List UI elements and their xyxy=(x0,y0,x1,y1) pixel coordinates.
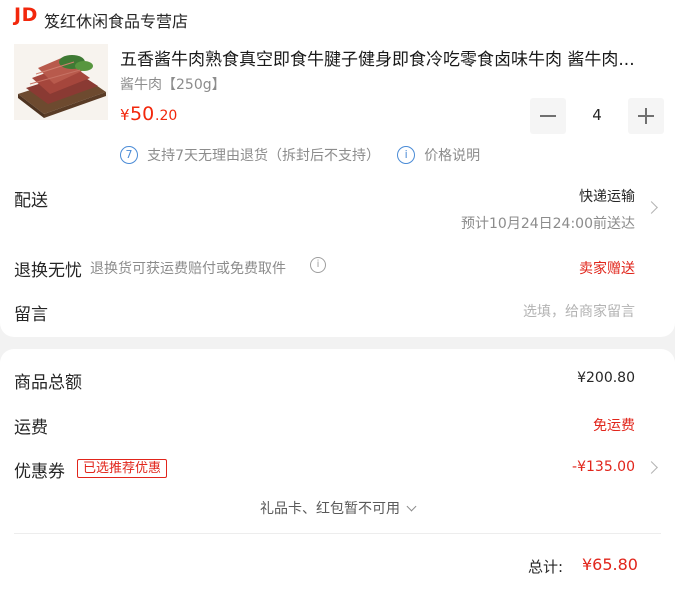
order-item-card: JD 笈红休闲食品专营店 五香酱牛肉熟食真空即食牛腱子健身即食冷吃零食卤味牛肉 … xyxy=(0,0,675,337)
returns-label: 退换无忧 xyxy=(14,261,82,281)
divider xyxy=(14,533,661,534)
quantity-stepper: 4 xyxy=(530,98,664,134)
shipping-label: 运费 xyxy=(14,418,48,438)
increase-quantity-button[interactable] xyxy=(628,98,664,134)
product-title[interactable]: 五香酱牛肉熟食真空即食牛腱子健身即食冷吃零食卤味牛肉 酱牛肉... xyxy=(120,45,650,70)
quantity-input[interactable]: 4 xyxy=(568,106,626,124)
delivery-label: 配送 xyxy=(14,191,48,211)
chevron-down-icon xyxy=(406,501,417,512)
coupon-value[interactable]: -¥135.00 xyxy=(572,459,635,475)
shop-name[interactable]: 笈红休闲食品专营店 xyxy=(44,8,188,32)
info-icon[interactable]: i xyxy=(310,257,326,273)
plus-icon-vertical xyxy=(645,108,647,124)
return-policy-text[interactable]: 支持7天无理由退货（拆封后不支持） xyxy=(147,148,380,164)
returns-value: 卖家赠送 xyxy=(579,261,635,277)
seven-day-return-icon: 7 xyxy=(120,145,138,164)
jd-logo: JD xyxy=(14,4,38,26)
chevron-right-icon[interactable] xyxy=(645,201,658,214)
gift-card-toggle[interactable]: 礼品卡、红包暂不可用 xyxy=(0,498,675,518)
price-currency: ¥ xyxy=(120,106,130,124)
info-icon: i xyxy=(397,145,416,164)
delivery-eta[interactable]: 预计10月24日24:00前送达 xyxy=(461,213,635,233)
price-integer: 50 xyxy=(130,103,155,125)
grand-total-label: 总计: xyxy=(528,558,564,576)
delivery-method[interactable]: 快递运输 xyxy=(579,186,635,206)
message-label: 留言 xyxy=(14,305,48,325)
shipping-value: 免运费 xyxy=(593,418,635,434)
goods-total-value: ¥200.80 xyxy=(577,370,635,386)
service-tags: 7 支持7天无理由退货（拆封后不支持） i 价格说明 xyxy=(120,144,480,164)
coupon-label: 优惠券 xyxy=(14,462,65,482)
product-spec: 酱牛肉【250g】 xyxy=(120,77,226,93)
price-info-link[interactable]: 价格说明 xyxy=(424,148,480,164)
message-input[interactable]: 选填，给商家留言 xyxy=(523,301,635,321)
decrease-quantity-button[interactable] xyxy=(530,98,566,134)
grand-total-value: ¥65.80 xyxy=(582,555,638,574)
gift-card-note: 礼品卡、红包暂不可用 xyxy=(260,501,400,517)
price-decimal: .20 xyxy=(155,108,178,124)
goods-total-label: 商品总额 xyxy=(14,373,82,393)
minus-icon xyxy=(540,115,556,117)
coupon-recommended-badge: 已选推荐优惠 xyxy=(77,459,168,478)
product-thumbnail[interactable] xyxy=(14,44,108,120)
returns-description: 退换货可获运费赔付或免费取件 xyxy=(90,261,286,277)
